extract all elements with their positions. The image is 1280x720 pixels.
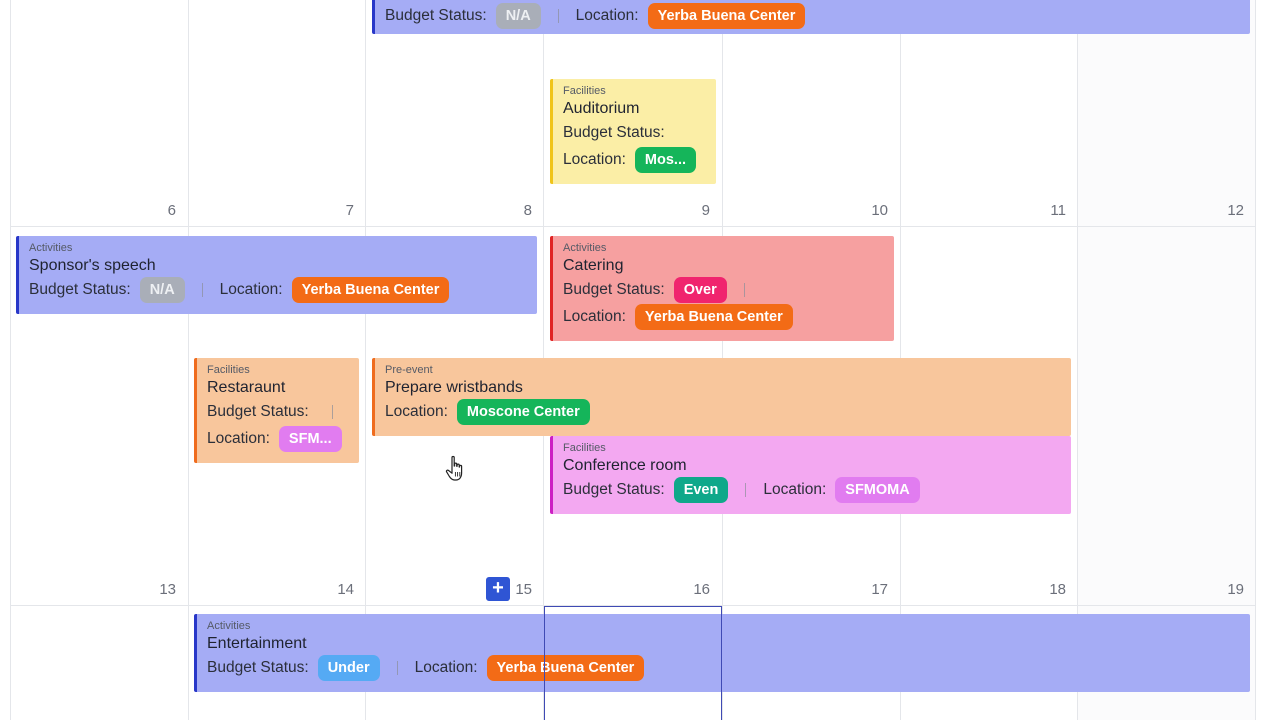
plus-icon: + [492, 577, 504, 599]
budget-status-label: Budget Status: [563, 123, 665, 141]
budget-status-badge: Under [317, 654, 380, 681]
event-catering[interactable]: Activities Catering Budget Status: Over … [550, 236, 894, 341]
separator [396, 660, 398, 675]
event-category: Facilities [207, 364, 250, 376]
location-label: Location: [414, 658, 478, 676]
budget-status-label: Budget Status: [563, 480, 665, 498]
event-category: Activities [563, 242, 607, 254]
event-category: Activities [207, 620, 251, 632]
event-row: Location: SFM... [207, 425, 349, 452]
day-number[interactable]: 18 [1026, 581, 1066, 598]
location-label: Location: [763, 480, 827, 498]
day-number[interactable]: 17 [848, 581, 888, 598]
event-title: Restaraunt [207, 379, 286, 396]
event-entertainment[interactable]: Activities Entertainment Budget Status: … [194, 614, 1250, 692]
event-restaurant[interactable]: Facilities Restaraunt Budget Status: Loc… [194, 358, 359, 463]
event-sponsors-speech[interactable]: Activities Sponsor's speech Budget Statu… [16, 236, 537, 314]
event-conference-room[interactable]: Facilities Conference room Budget Status… [550, 436, 1071, 514]
location-badge: Yerba Buena Center [291, 276, 450, 303]
day-number[interactable]: 12 [1204, 202, 1244, 219]
grid-line [365, 0, 366, 720]
location-label: Location: [207, 429, 270, 447]
location-badge: SFM... [278, 425, 342, 452]
event-row: Budget Status: Even Location: SFMOMA [563, 476, 1061, 503]
day-number[interactable]: 9 [670, 202, 710, 219]
budget-status-badge: Over [673, 276, 727, 303]
weekend-column [1077, 0, 1256, 720]
event-category: Facilities [563, 85, 606, 97]
event-row: Budget Status: Over [563, 276, 884, 303]
location-badge: Moscone Center [456, 398, 590, 425]
event-row: Location: Moscone Center [385, 398, 1061, 425]
event-title: Conference room [563, 457, 687, 474]
event-row: Budget Status: [207, 398, 349, 425]
event-top-bar[interactable]: Budget Status: N/A Location: Yerba Buena… [372, 0, 1250, 34]
grid-line [1077, 0, 1078, 720]
event-category: Activities [29, 242, 73, 254]
budget-status-badge: N/A [139, 276, 185, 303]
event-row: Budget Status: [563, 119, 706, 146]
budget-status-label: Budget Status: [563, 280, 665, 298]
day-number[interactable]: 10 [848, 202, 888, 219]
event-row: Budget Status: N/A Location: Yerba Buena… [29, 276, 527, 303]
budget-status-label: Budget Status: [29, 280, 131, 298]
budget-status-badge: N/A [495, 2, 541, 29]
event-title: Catering [563, 257, 624, 274]
day-number[interactable]: 14 [314, 581, 354, 598]
event-row: Budget Status: Under Location: Yerba Bue… [207, 654, 1240, 681]
location-badge: Mos... [634, 146, 697, 173]
add-event-button[interactable]: + [486, 577, 510, 601]
budget-status-label: Budget Status: [385, 6, 487, 24]
separator [743, 282, 745, 297]
event-auditorium[interactable]: Facilities Auditorium Budget Status: Loc… [550, 79, 716, 184]
event-title: Entertainment [207, 635, 307, 652]
location-label: Location: [385, 402, 448, 420]
event-title: Sponsor's speech [29, 257, 156, 274]
event-category: Facilities [563, 442, 606, 454]
day-number[interactable]: 6 [136, 202, 176, 219]
location-badge: SFMOMA [835, 476, 920, 503]
day-number[interactable]: 11 [1026, 202, 1066, 219]
event-title: Prepare wristbands [385, 379, 523, 396]
separator [201, 282, 203, 297]
day-number[interactable]: 8 [492, 202, 532, 219]
location-badge: Yerba Buena Center [647, 2, 806, 29]
day-number[interactable]: 16 [670, 581, 710, 598]
budget-status-label: Budget Status: [207, 658, 309, 676]
separator [557, 8, 559, 23]
budget-status-badge: Even [673, 476, 729, 503]
day-number[interactable]: 13 [136, 581, 176, 598]
grid-line [1255, 0, 1256, 720]
grid-line [10, 0, 11, 720]
location-label: Location: [563, 150, 626, 168]
event-title: Auditorium [563, 100, 640, 117]
grid-line [10, 226, 1256, 227]
day-number[interactable]: 7 [314, 202, 354, 219]
location-label: Location: [575, 6, 639, 24]
event-prepare-wristbands[interactable]: Pre-event Prepare wristbands Location: M… [372, 358, 1071, 436]
grid-line [188, 0, 189, 720]
event-category: Pre-event [385, 364, 433, 376]
event-row: Location: Yerba Buena Center [563, 303, 884, 330]
location-label: Location: [219, 280, 283, 298]
hand-pointer-icon [445, 455, 463, 481]
location-label: Location: [563, 307, 626, 325]
separator [745, 482, 747, 497]
budget-status-label: Budget Status: [207, 402, 309, 420]
today-cell-highlight [544, 606, 722, 720]
event-row: Budget Status: N/A Location: Yerba Buena… [385, 2, 1240, 29]
day-number[interactable]: 19 [1204, 581, 1244, 598]
event-row: Location: Mos... [563, 146, 706, 173]
location-badge: Yerba Buena Center [634, 303, 793, 330]
